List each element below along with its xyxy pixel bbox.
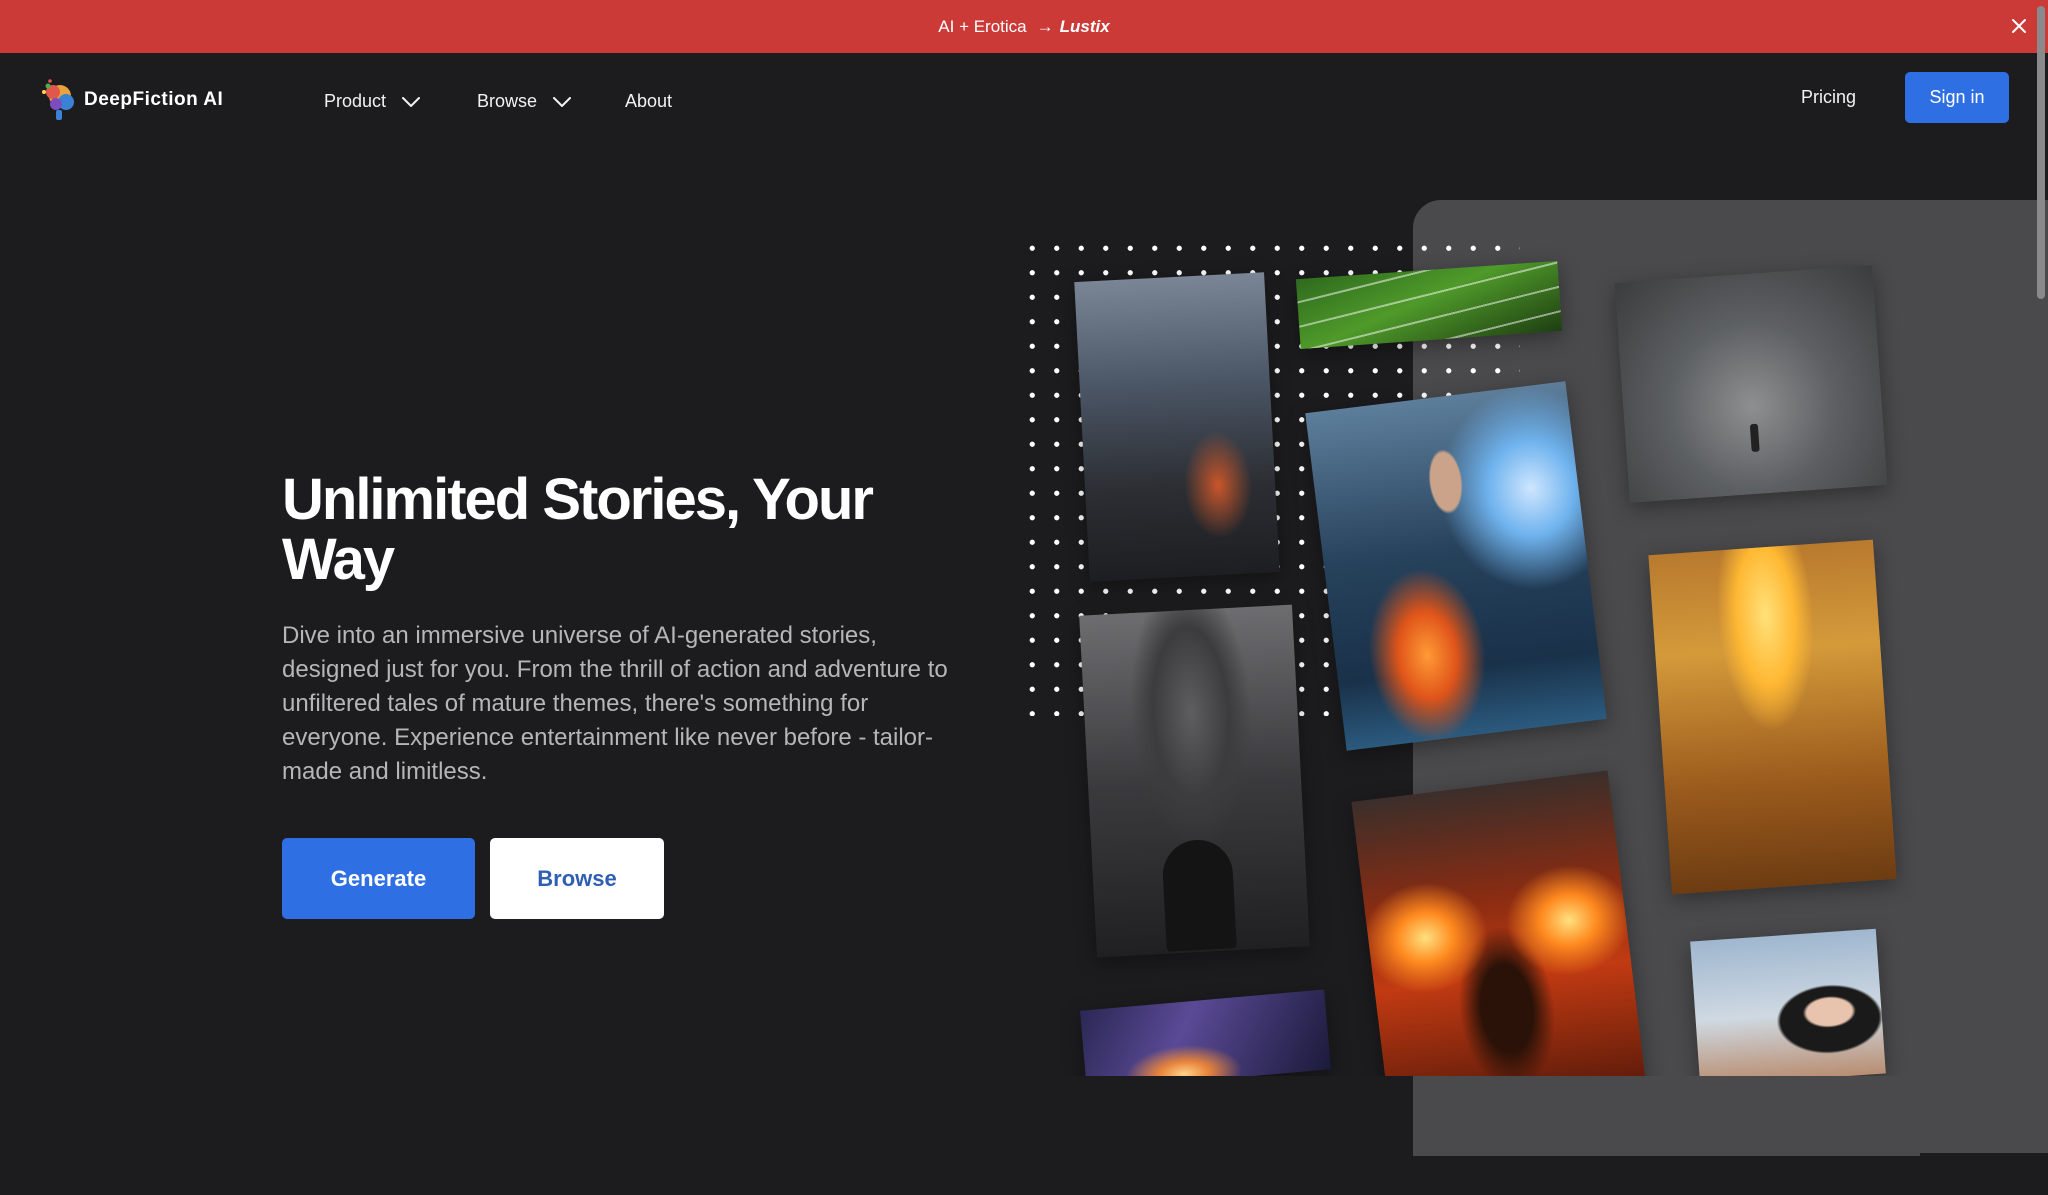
arrow-right-icon: → xyxy=(1036,16,1054,36)
chevron-down-icon xyxy=(553,96,572,107)
browse-button[interactable]: Browse xyxy=(490,838,664,919)
horned-monster-image xyxy=(1079,604,1310,958)
nav-about-label: About xyxy=(625,91,673,111)
sign-in-button[interactable]: Sign in xyxy=(1905,72,2009,123)
announcement-banner[interactable]: AI + Erotica → Lustix xyxy=(0,0,2048,53)
hero-title: Unlimited Stories, Your Way xyxy=(282,467,874,592)
generate-button[interactable]: Generate xyxy=(282,838,475,919)
nav-pricing[interactable]: Pricing xyxy=(1801,87,1856,108)
dragon-story-image xyxy=(1074,272,1280,582)
nav-browse[interactable]: Browse xyxy=(477,91,572,112)
hero-description: Dive into an immersive universe of AI-ge… xyxy=(282,622,948,785)
chevron-down-icon xyxy=(402,96,421,107)
scrollbar-thumb[interactable] xyxy=(2037,6,2045,299)
nav-browse-label: Browse xyxy=(477,91,538,111)
sorceress-warrior-image xyxy=(1305,381,1607,751)
page: AI + Erotica → Lustix DeepFiction AI Pro… xyxy=(0,0,2048,1195)
golden-goddess-image xyxy=(1648,539,1897,895)
gallery-bottom-mask-left xyxy=(1060,1076,1413,1156)
banner-brand-link[interactable]: Lustix xyxy=(1060,17,1110,37)
fire-wizard-image xyxy=(1351,770,1647,1120)
brain-logo-icon xyxy=(42,79,74,120)
nav-about[interactable]: About xyxy=(625,91,672,112)
nav-product-label: Product xyxy=(324,91,387,111)
close-icon[interactable] xyxy=(2008,15,2030,37)
logo[interactable]: DeepFiction AI xyxy=(40,78,223,122)
logo-text: DeepFiction AI xyxy=(84,89,224,110)
banner-text[interactable]: AI + Erotica xyxy=(938,17,1026,37)
top-nav: DeepFiction AI Product Browse About Pric… xyxy=(0,53,2048,149)
woman-portrait-image xyxy=(1690,928,1886,1087)
nav-product[interactable]: Product xyxy=(324,91,421,112)
foggy-forest-image xyxy=(1614,265,1888,503)
